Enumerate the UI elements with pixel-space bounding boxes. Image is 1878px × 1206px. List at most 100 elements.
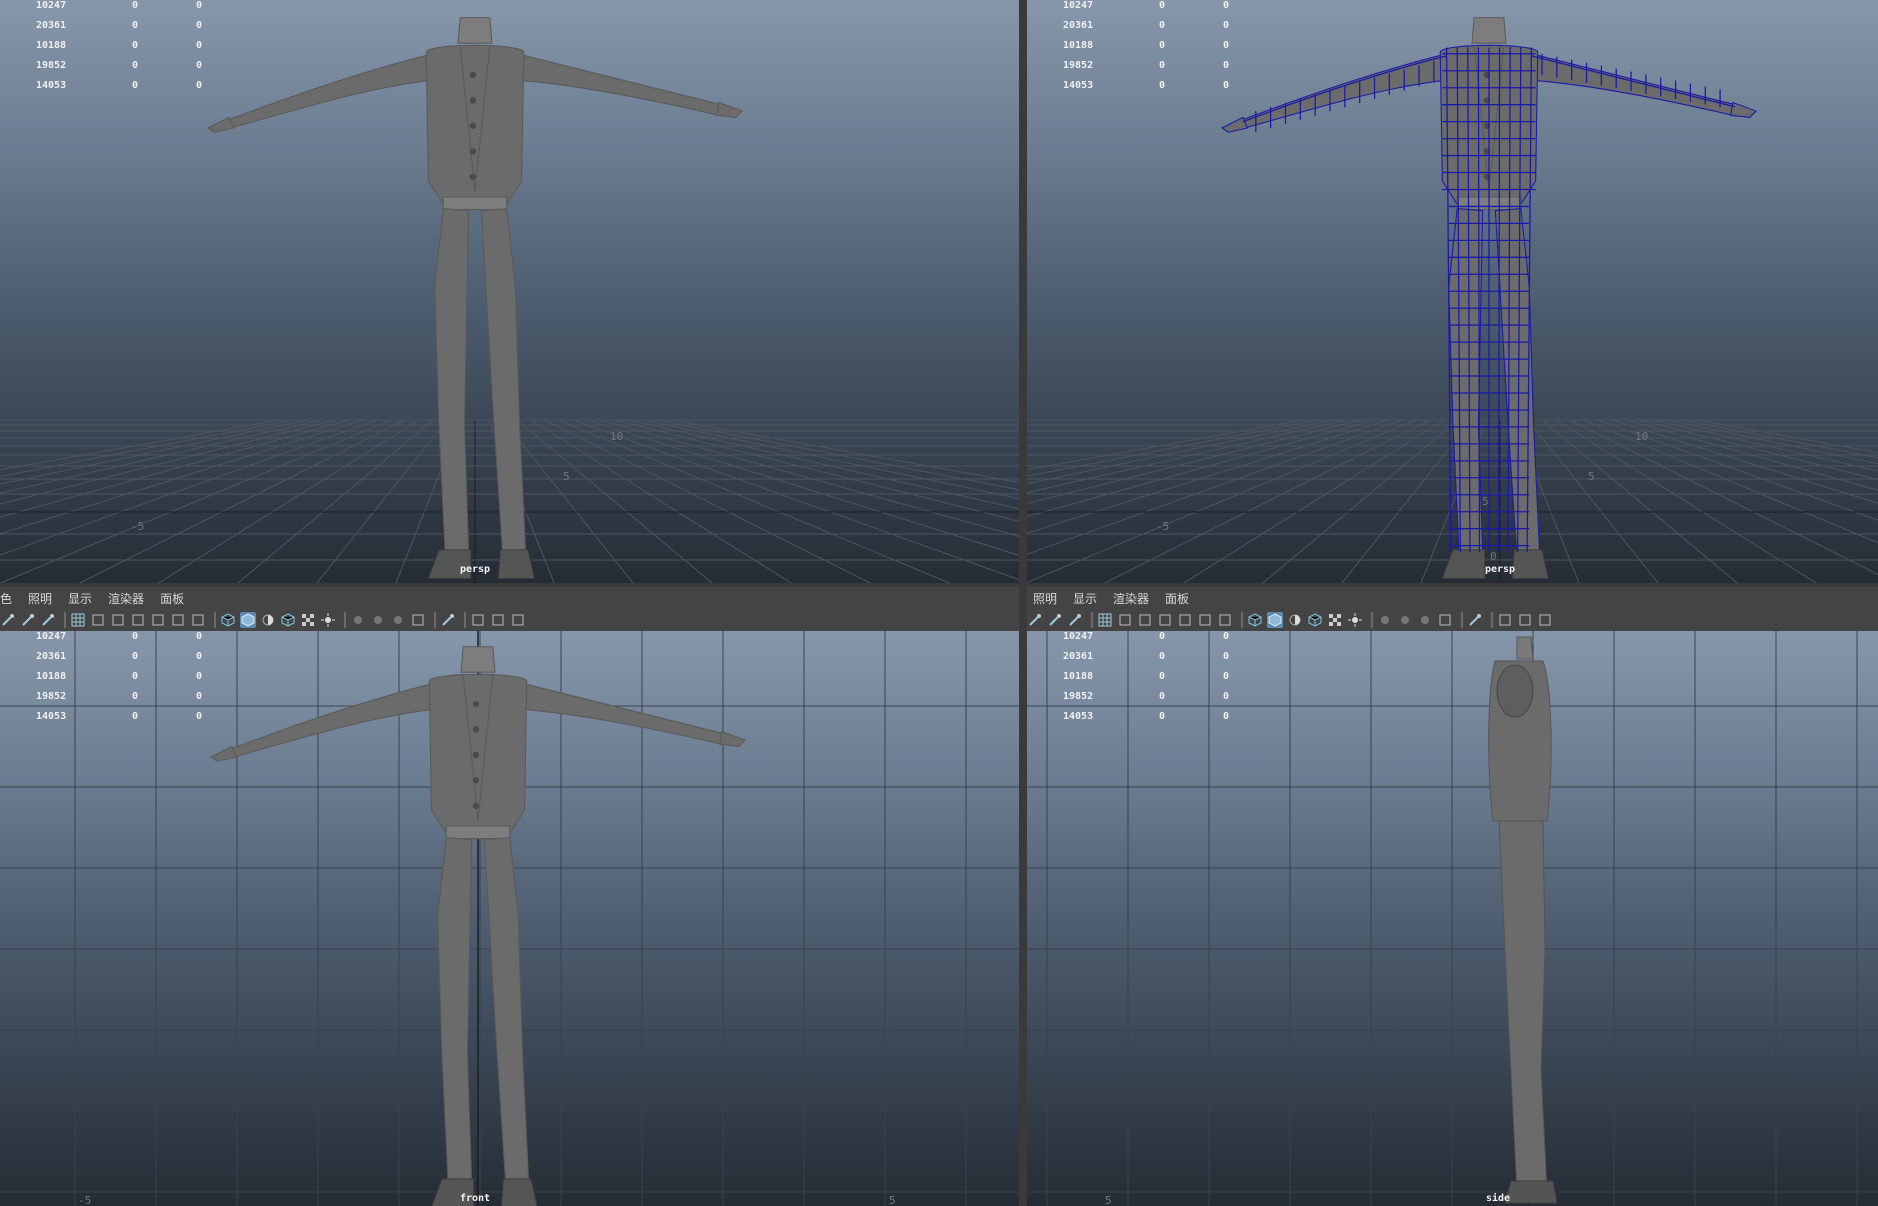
xray-icon[interactable] [490,612,506,628]
select-camera-icon[interactable] [1027,612,1043,628]
panel-menu-item[interactable]: 照明 [28,590,52,607]
hud-row: 10247 0 0 [1063,0,1253,20]
motion-blur-icon[interactable] [390,612,406,628]
image-plane-icon[interactable] [1097,612,1113,628]
isolate-select-icon[interactable] [1497,612,1513,628]
hud-value: 0 [132,40,139,51]
panel-menu-item[interactable]: 面板 [1165,590,1189,607]
gate-mask-icon[interactable] [150,612,166,628]
textured-icon[interactable] [300,612,316,628]
hud-value: 0 [1223,651,1230,662]
hud-row: 19852 0 0 [1063,691,1253,711]
hud-row: 20361 0 0 [1063,651,1253,671]
toolbar-separator [434,612,436,628]
viewport-persp-shaded[interactable]: 50-5510 10247002036100101880019852001405… [0,0,1019,583]
select-camera-icon[interactable] [0,612,16,628]
wireframe-on-shaded-icon[interactable] [1307,612,1323,628]
use-lights-icon[interactable] [320,612,336,628]
grid-icon[interactable] [1117,612,1133,628]
panel-menu-item[interactable]: 显示 [1073,590,1097,607]
panel-toolbar-right [1027,609,1557,631]
field-chart-icon[interactable] [170,612,186,628]
hud-row: 20361 0 0 [36,20,226,40]
panel-menu-item[interactable]: 照明 [1033,590,1057,607]
hud-row: 10247 0 0 [1063,631,1253,651]
screen-space-ao-icon[interactable] [1397,612,1413,628]
safe-title-icon[interactable] [220,612,236,628]
vertical-divider[interactable] [1019,0,1027,1206]
image-plane-icon[interactable] [70,612,86,628]
hud-value: 0 [196,0,203,11]
anti-alias-icon[interactable] [410,612,426,628]
hud-row: 20361 0 0 [36,651,226,671]
viewport-persp-wireframe[interactable]: 5 0 -5 5 10 10247 0 0 20361 0 0 10188 0 0 19852 0 0 1405… [1027,0,1878,583]
hud-value: 10188 [1063,671,1094,682]
panel-menu-item[interactable]: 显示 [68,590,92,607]
lock-camera-icon[interactable] [1047,612,1063,628]
resolution-gate-icon[interactable] [1157,612,1173,628]
hud-value: 0 [1159,691,1166,702]
safe-title-icon[interactable] [1247,612,1263,628]
panel-menu-item[interactable]: 渲染器 [1113,590,1149,607]
resolution-gate-icon[interactable] [130,612,146,628]
bookmark-icon[interactable] [40,612,56,628]
panel-menu-item[interactable]: 色 [0,590,12,607]
toolbar-separator [464,612,466,628]
smooth-shade-icon[interactable] [1287,612,1303,628]
xray-icon[interactable] [1517,612,1533,628]
wireframe-icon[interactable] [240,612,256,628]
panel-menu-item[interactable]: 面板 [160,590,184,607]
textured-icon[interactable] [1327,612,1343,628]
hud-value: 10247 [36,0,67,11]
hud-value: 0 [196,20,203,31]
safe-action-icon[interactable] [190,612,206,628]
smooth-shade-icon[interactable] [260,612,276,628]
hud-value: 19852 [1063,60,1094,71]
xray-joints-icon[interactable] [1537,612,1553,628]
isolate-select-icon[interactable] [470,612,486,628]
depth-of-field-icon[interactable] [440,612,456,628]
gate-mask-icon[interactable] [1177,612,1193,628]
hud-value: 0 [1223,0,1230,11]
panel-menu-item[interactable]: 渲染器 [108,590,144,607]
film-gate-icon[interactable] [1137,612,1153,628]
film-gate-icon[interactable] [110,612,126,628]
toolbar-separator [344,612,346,628]
hud-row: 10188 0 0 [1063,40,1253,60]
hud-value: 0 [1223,671,1230,682]
hud-value: 0 [1223,40,1230,51]
wireframe-on-shaded-icon[interactable] [280,612,296,628]
motion-blur-icon[interactable] [1417,612,1433,628]
anti-alias-icon[interactable] [1437,612,1453,628]
panel-toolbar-left [0,609,530,631]
safe-action-icon[interactable] [1217,612,1233,628]
hud-value: 10247 [36,631,67,642]
hud-value: 20361 [36,651,67,662]
grid-label: 5 [563,470,570,483]
hud-value: 0 [196,80,203,91]
grid-label: 5 [1105,1194,1112,1206]
hud-row: 14053 0 0 [36,80,226,100]
bookmark-icon[interactable] [1067,612,1083,628]
xray-joints-icon[interactable] [510,612,526,628]
grid-label: -5 [131,520,144,533]
hud-value: 0 [1223,20,1230,31]
depth-of-field-icon[interactable] [1467,612,1483,628]
viewport-side[interactable]: 5 10247 0 0 20361 0 0 10188 0 0 19852 0 0 14053 0 0 si… [1027,631,1878,1206]
hud-value: 19852 [36,60,67,71]
camera-label: persp [459,564,491,575]
field-chart-icon[interactable] [1197,612,1213,628]
wireframe-icon[interactable] [1267,612,1283,628]
use-lights-icon[interactable] [1347,612,1363,628]
screen-space-ao-icon[interactable] [370,612,386,628]
hud-value: 0 [132,60,139,71]
hud-value: 14053 [36,80,67,91]
viewport-front[interactable]: -5 5 10247 0 0 20361 0 0 10188 0 0 19852 0 0 14053 0 0 … [0,631,1019,1206]
grid-icon[interactable] [90,612,106,628]
character-model-side[interactable] [1488,636,1558,1204]
shadows-icon[interactable] [350,612,366,628]
panel-bar-right: 照明 显示 渲染器 面板 [1027,587,1878,631]
lock-camera-icon[interactable] [20,612,36,628]
shadows-icon[interactable] [1377,612,1393,628]
grid-label: -5 [1156,520,1169,533]
